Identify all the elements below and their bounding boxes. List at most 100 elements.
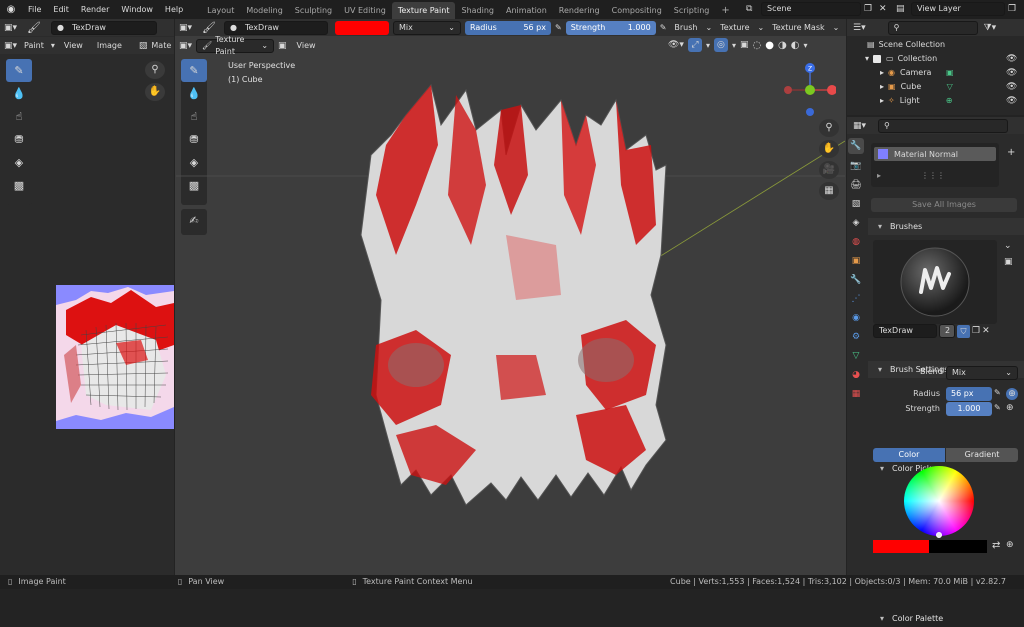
- tool-tab-icon[interactable]: 🔧: [848, 138, 864, 154]
- modifier-tab-icon[interactable]: 🔧: [848, 272, 864, 288]
- tab-scripting[interactable]: Scripting: [668, 2, 716, 19]
- clone-icon[interactable]: ⛃: [6, 128, 32, 151]
- secondary-color-swatch[interactable]: [929, 540, 987, 553]
- texture-tab-icon[interactable]: ▦: [848, 386, 864, 402]
- properties-editor-icon[interactable]: ▦▾: [853, 121, 866, 131]
- outliner-light-row[interactable]: ▸ ✧ Light ⊕: [880, 94, 1020, 108]
- outliner-collection[interactable]: ▾ ▭ Collection: [865, 52, 937, 66]
- outliner-scene-collection[interactable]: ▤ Scene Collection: [867, 38, 945, 52]
- gizmo-y-axis[interactable]: [805, 85, 815, 95]
- viewport-view-menu[interactable]: View: [291, 36, 322, 55]
- scene-browse-icon[interactable]: ❐: [864, 4, 876, 14]
- tab-rendering[interactable]: Rendering: [553, 2, 606, 19]
- viewport-brush-tool-icon[interactable]: 🖌: [202, 21, 216, 34]
- ortho-grid-icon[interactable]: ▦: [819, 182, 839, 200]
- radius-unified-icon[interactable]: ⊕: [1006, 388, 1018, 400]
- outliner-camera-row[interactable]: ▸ ◉ Camera ▣: [880, 66, 1020, 80]
- viewport-pan-icon[interactable]: ✋: [819, 140, 839, 158]
- painted-mesh[interactable]: [360, 83, 667, 506]
- primary-color-swatch[interactable]: [873, 540, 929, 553]
- pan-hand-icon[interactable]: ✋: [145, 83, 165, 101]
- material-tab-icon[interactable]: ◕: [848, 367, 864, 383]
- color-tab[interactable]: Color: [873, 448, 945, 462]
- camera-visibility-icon[interactable]: 👁: [1006, 66, 1017, 80]
- viewport-strength-slider[interactable]: Strength 1.000: [565, 20, 656, 35]
- draw-brush-icon[interactable]: ✎: [6, 59, 32, 82]
- blender-logo-icon[interactable]: ◉: [0, 4, 22, 15]
- smear-icon[interactable]: ☝: [6, 105, 32, 128]
- expand-light-icon[interactable]: ▸: [880, 94, 884, 108]
- viewport-brush-field[interactable]: ● TexDraw: [224, 20, 328, 35]
- tab-modeling[interactable]: Modeling: [240, 2, 288, 19]
- viewport-radius-slider[interactable]: Radius 56 px: [465, 20, 551, 35]
- brush-datablock-name[interactable]: TexDraw: [873, 324, 937, 338]
- radius-pressure-icon[interactable]: ✎: [555, 23, 562, 32]
- gizmo-neg-x-axis[interactable]: [784, 86, 792, 94]
- expand-camera-icon[interactable]: ▸: [880, 66, 884, 80]
- uv-texture-image[interactable]: [56, 285, 174, 429]
- data-tab-icon[interactable]: ▽: [848, 348, 864, 364]
- image-menu-image[interactable]: Image: [92, 36, 127, 55]
- save-all-images-button[interactable]: Save All Images: [871, 198, 1017, 212]
- gizmo-dropdown-icon[interactable]: ▾: [706, 41, 710, 50]
- paint-dropdown-icon[interactable]: ▾: [51, 41, 55, 50]
- mode-icon[interactable]: ▣▾: [179, 41, 192, 51]
- gizmo-toggle-icon[interactable]: ⤢: [687, 38, 702, 52]
- view-layer-field[interactable]: View Layer: [911, 2, 1005, 16]
- brush-custom-icon[interactable]: ▣: [1004, 257, 1013, 267]
- gradient-tab[interactable]: Gradient: [946, 448, 1018, 462]
- physics-tab-icon[interactable]: ◉: [848, 310, 864, 326]
- tab-uv-editing[interactable]: UV Editing: [338, 2, 392, 19]
- tab-layout[interactable]: Layout: [201, 2, 240, 19]
- expand-cube-icon[interactable]: ▸: [880, 80, 884, 94]
- strength-unified-icon[interactable]: ⊕: [1006, 403, 1014, 413]
- navigation-gizmo[interactable]: Z: [780, 62, 836, 120]
- color-unified-icon[interactable]: ⊕: [1006, 540, 1014, 550]
- radius-field[interactable]: 56 px: [946, 387, 992, 401]
- brush-duplicate-icon[interactable]: ❐: [972, 326, 980, 336]
- editor-type-icon[interactable]: ▣▾: [4, 23, 17, 33]
- scene-close-icon[interactable]: ✕: [879, 4, 891, 14]
- mode-select[interactable]: 🖌 Texture Paint ⌄: [196, 35, 275, 56]
- menu-render[interactable]: Render: [75, 0, 115, 19]
- strength-pressure-icon[interactable]: ✎: [660, 23, 667, 32]
- menu-edit[interactable]: Edit: [47, 0, 75, 19]
- viewport-blend-select[interactable]: Mix ⌄: [393, 20, 461, 35]
- object-tab-icon[interactable]: ▣: [848, 253, 864, 269]
- tab-animation[interactable]: Animation: [500, 2, 553, 19]
- viewport-editor-type-icon[interactable]: ▣▾: [179, 23, 192, 33]
- image-menu-paint[interactable]: Paint: [21, 36, 47, 55]
- radius-pen-icon[interactable]: ✎: [994, 388, 1001, 397]
- brush-tool-icon[interactable]: 🖌: [27, 21, 41, 34]
- soften-icon[interactable]: 💧: [6, 82, 32, 105]
- world-tab-icon[interactable]: ◍: [848, 234, 864, 250]
- tab-shading[interactable]: Shading: [455, 2, 500, 19]
- view-layer-tab-icon[interactable]: ▧: [848, 196, 864, 212]
- brush-fake-user-icon[interactable]: ⛉: [957, 324, 970, 338]
- properties-search-input[interactable]: ⚲: [878, 118, 1009, 133]
- collection-checkbox[interactable]: [873, 55, 882, 63]
- image-brush-field[interactable]: ● TexDraw: [51, 20, 157, 35]
- camera-view-icon[interactable]: 🎥: [819, 161, 839, 179]
- cube-visibility-icon[interactable]: 👁: [1006, 80, 1017, 94]
- overlay-toggle-icon[interactable]: ◎: [713, 38, 728, 52]
- viewport-canvas[interactable]: [176, 55, 845, 575]
- zoom-icon[interactable]: ⚲: [145, 61, 165, 79]
- outliner-editor-icon[interactable]: ☰▾: [853, 23, 866, 33]
- view-object-types-icon[interactable]: 👁▾: [668, 40, 684, 50]
- collection-expand-icon[interactable]: ▾: [865, 52, 869, 66]
- menu-window[interactable]: Window: [115, 0, 159, 19]
- strength-field[interactable]: 1.000: [946, 402, 992, 416]
- shading-material-icon[interactable]: ◑: [778, 40, 787, 51]
- view-layer-browse-icon[interactable]: ❐: [1008, 4, 1020, 14]
- mask-icon[interactable]: ▩: [6, 174, 32, 197]
- tab-texture-paint[interactable]: Texture Paint: [391, 1, 456, 19]
- shading-dropdown-icon[interactable]: ▾: [803, 41, 807, 50]
- gizmo-x-axis[interactable]: [827, 85, 836, 95]
- overlay-dropdown-icon[interactable]: ▾: [732, 41, 736, 50]
- particles-tab-icon[interactable]: ⋰: [848, 291, 864, 307]
- output-tab-icon[interactable]: 🖨: [848, 177, 864, 193]
- strength-pen-icon[interactable]: ✎: [994, 403, 1001, 412]
- menu-help[interactable]: Help: [159, 0, 189, 19]
- paint-mode-icon[interactable]: ▣▾: [4, 41, 17, 51]
